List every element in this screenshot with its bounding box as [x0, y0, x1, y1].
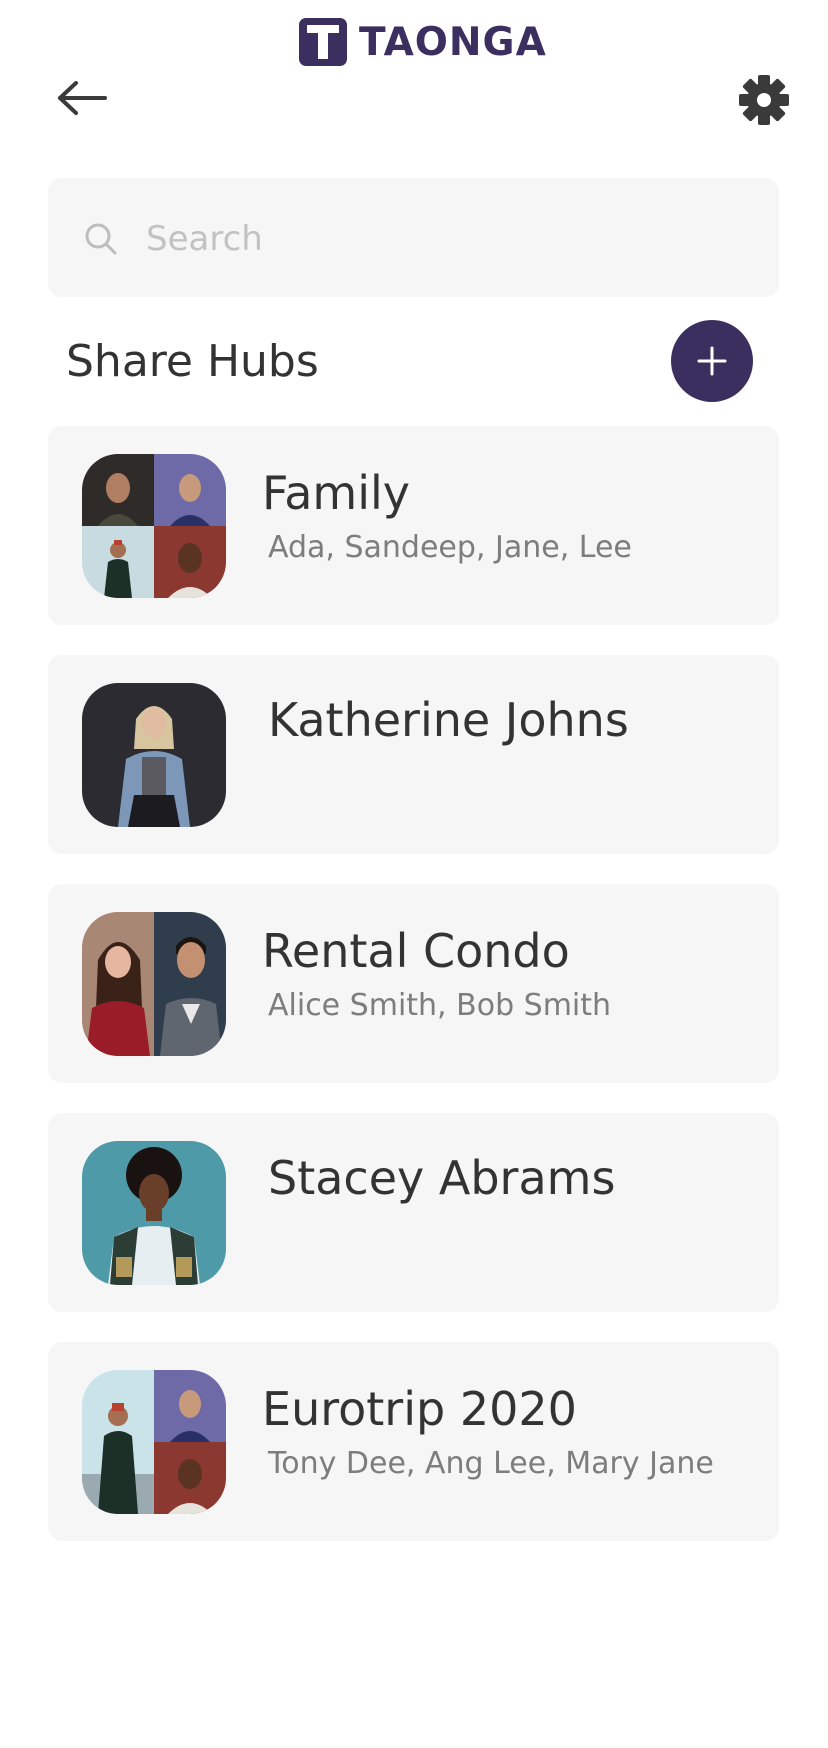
hub-members: Ada, Sandeep, Jane, Lee [268, 530, 632, 565]
search-icon [85, 223, 117, 255]
avatar [82, 683, 226, 827]
hub-card-stacey-abrams[interactable]: Stacey Abrams [48, 1113, 779, 1312]
plus-icon [697, 346, 727, 376]
add-hub-button[interactable] [671, 320, 753, 402]
app-logo: TAONGA [299, 18, 547, 66]
hub-card-katherine-johns[interactable]: Katherine Johns [48, 655, 779, 854]
hub-members: Alice Smith, Bob Smith [268, 988, 612, 1023]
search-bar[interactable] [48, 178, 779, 299]
search-input[interactable] [144, 178, 748, 299]
hub-card-eurotrip-2020[interactable]: Eurotrip 2020 Tony Dee, Ang Lee, Mary Ja… [48, 1342, 779, 1541]
hub-list: Family Ada, Sandeep, Jane, Lee Katherine… [48, 426, 779, 1571]
hub-title: Katherine Johns [268, 693, 629, 747]
back-button[interactable] [56, 78, 108, 118]
section-title: Share Hubs [66, 336, 319, 387]
hub-title: Rental Condo [262, 924, 570, 978]
settings-button[interactable] [738, 74, 790, 126]
hub-card-family[interactable]: Family Ada, Sandeep, Jane, Lee [48, 426, 779, 625]
group-avatar [82, 454, 226, 598]
hub-card-rental-condo[interactable]: Rental Condo Alice Smith, Bob Smith [48, 884, 779, 1083]
logo-mark [299, 18, 347, 66]
hub-title: Eurotrip 2020 [262, 1382, 577, 1436]
gear-icon [739, 75, 789, 125]
hub-title: Family [262, 466, 411, 520]
group-avatar [82, 1370, 226, 1514]
hub-members: Tony Dee, Ang Lee, Mary Jane [268, 1446, 714, 1481]
arrow-left-icon [58, 81, 107, 115]
hub-title: Stacey Abrams [268, 1151, 616, 1205]
app-name: TAONGA [359, 19, 547, 65]
avatar [82, 1141, 226, 1285]
group-avatar [82, 912, 226, 1056]
